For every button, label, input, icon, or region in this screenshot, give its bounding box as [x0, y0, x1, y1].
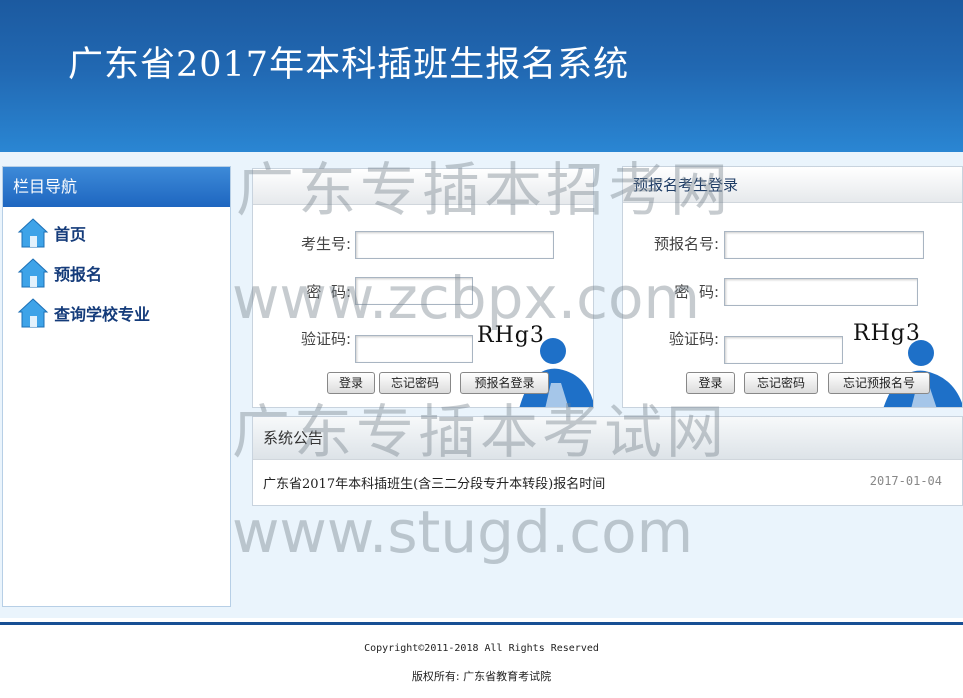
- sidebar-item-home[interactable]: 首页: [17, 217, 86, 249]
- sidebar-item-label: 查询学校专业: [54, 305, 151, 324]
- site-title: 广东省2017年本科插班生报名系统: [68, 45, 630, 85]
- site-header: 广东省2017年本科插班生报名系统: [0, 0, 963, 152]
- login-panel-title: [253, 169, 593, 205]
- captcha-image[interactable]: RHg3: [477, 323, 545, 348]
- sidebar-item-label: 首页: [54, 225, 87, 244]
- login-panel: 考生号: 密 码: 验证码: RHg3 登录 忘记密码 预报名登录: [252, 168, 594, 408]
- captcha-input[interactable]: [355, 335, 473, 363]
- password-label: 密 码:: [306, 283, 351, 301]
- home-icon: [17, 258, 49, 288]
- notice-date: 2017-01-04: [869, 474, 942, 488]
- prereg-no-input[interactable]: [724, 231, 924, 259]
- copyright-text: Copyright©2011-2018 All Rights Reserved: [364, 643, 599, 654]
- notice-link[interactable]: 广东省2017年本科插班生(含三二分段专升本转段)报名时间: [263, 473, 605, 492]
- home-icon: [17, 298, 49, 328]
- prereg-captcha-image[interactable]: RHg3: [853, 321, 921, 346]
- prereg-password-input[interactable]: [724, 278, 918, 306]
- prereg-login-button-submit[interactable]: 登录: [686, 372, 735, 394]
- footer-divider: [0, 622, 963, 625]
- exam-no-label: 考生号:: [300, 235, 351, 253]
- notice-panel: 系统公告 广东省2017年本科插班生(含三二分段专升本转段)报名时间 2017-…: [252, 416, 963, 506]
- prereg-login-panel-title: 预报名考生登录: [623, 167, 962, 203]
- sidebar-item-label: 预报名: [54, 265, 103, 284]
- prereg-captcha-input[interactable]: [724, 336, 843, 364]
- sidebar-title: 栏目导航: [3, 167, 230, 207]
- home-icon: [17, 218, 49, 248]
- sidebar: 栏目导航 首页 预报名 查询学校专业: [2, 166, 231, 607]
- forgot-prereg-no-button[interactable]: 忘记预报名号: [828, 372, 930, 394]
- prereg-password-label: 密 码:: [674, 283, 719, 301]
- prereg-forgot-password-button[interactable]: 忘记密码: [744, 372, 818, 394]
- forgot-password-button[interactable]: 忘记密码: [379, 372, 451, 394]
- prereg-login-panel: 预报名考生登录 预报名号: 密 码: 验证码: RHg3 登录 忘记密码 忘记预…: [622, 166, 963, 408]
- password-input[interactable]: [355, 277, 473, 305]
- owner-text: 版权所有: 广东省教育考试院: [411, 670, 552, 683]
- login-button[interactable]: 登录: [327, 372, 375, 394]
- prereg-login-button[interactable]: 预报名登录: [460, 372, 549, 394]
- captcha-label: 验证码:: [300, 330, 351, 348]
- notice-title: 系统公告: [253, 417, 962, 460]
- sidebar-item-query-school-major[interactable]: 查询学校专业: [17, 297, 150, 329]
- exam-no-input[interactable]: [355, 231, 554, 259]
- prereg-captcha-label: 验证码:: [668, 330, 719, 348]
- prereg-no-label: 预报名号:: [653, 235, 719, 253]
- sidebar-item-prereg[interactable]: 预报名: [17, 257, 102, 289]
